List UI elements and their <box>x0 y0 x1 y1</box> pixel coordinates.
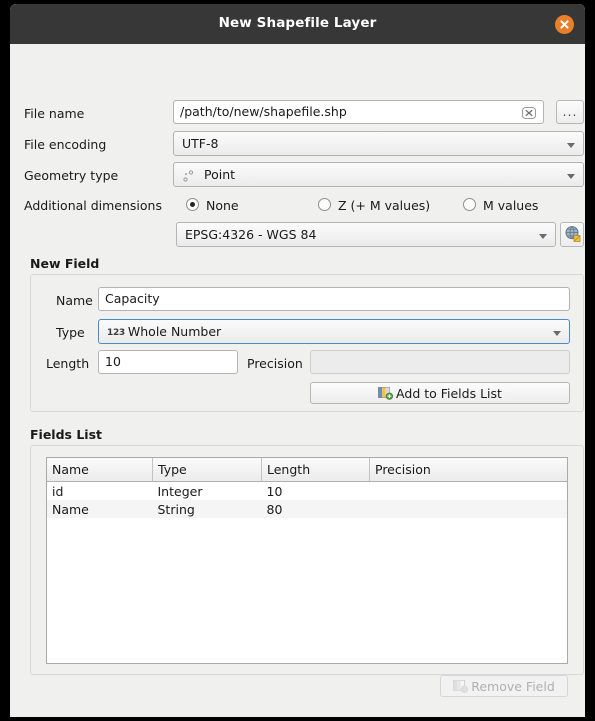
column-header-precision[interactable]: Precision <box>369 458 567 482</box>
crs-select-button[interactable] <box>560 222 584 247</box>
additional-dimensions-label: Additional dimensions <box>24 198 162 213</box>
file-name-label: File name <box>24 106 85 121</box>
field-name-input[interactable]: Capacity <box>98 287 570 311</box>
fields-list-group-title: Fields List <box>30 427 102 442</box>
dialog-content: File name /path/to/new/shapefile.shp ...… <box>10 44 585 717</box>
column-header-length[interactable]: Length <box>261 458 370 482</box>
radio-none-label: None <box>206 198 239 213</box>
radio-none-dot <box>190 202 195 207</box>
cell-length: 10 <box>266 483 283 499</box>
crs-value: EPSG:4326 - WGS 84 <box>185 227 317 242</box>
dialog-titlebar: New Shapefile Layer <box>10 4 585 44</box>
chevron-down-icon <box>553 331 561 336</box>
add-to-fields-list-label: Add to Fields List <box>396 385 502 401</box>
file-encoding-value: UTF-8 <box>182 136 219 151</box>
geometry-type-combobox[interactable]: Point <box>173 162 584 187</box>
radio-z-m-values[interactable] <box>318 198 331 211</box>
fields-table[interactable]: Name Type Length Precision id Integer 10 <box>46 457 568 664</box>
chevron-down-icon <box>567 143 575 148</box>
add-field-icon <box>378 386 394 400</box>
table-header-row: Name Type Length Precision <box>47 458 567 482</box>
radio-none[interactable] <box>186 198 199 211</box>
field-length-label: Length <box>46 356 90 371</box>
geometry-type-value: Point <box>204 167 236 182</box>
geometry-type-label: Geometry type <box>24 168 119 183</box>
globe-crs-icon <box>564 225 581 245</box>
column-header-type[interactable]: Type <box>152 458 262 482</box>
add-to-fields-list-button[interactable]: Add to Fields List <box>310 382 570 404</box>
field-length-input[interactable]: 10 <box>98 350 238 374</box>
new-shapefile-layer-dialog: New Shapefile Layer File name /path/to/n… <box>10 4 585 717</box>
file-encoding-label: File encoding <box>24 137 107 152</box>
remove-field-button[interactable]: Remove Field <box>440 675 568 697</box>
field-precision-label: Precision <box>247 356 303 371</box>
radio-z-m-values-label: Z (+ M values) <box>338 198 431 213</box>
chevron-down-icon <box>539 234 547 239</box>
crs-combobox[interactable]: EPSG:4326 - WGS 84 <box>176 222 556 247</box>
file-encoding-combobox[interactable]: UTF-8 <box>173 131 584 156</box>
cell-type: Integer <box>157 483 203 499</box>
cell-precision <box>369 500 567 518</box>
field-name-label: Name <box>56 293 93 308</box>
dialog-title: New Shapefile Layer <box>218 15 377 31</box>
table-row[interactable]: id Integer 10 <box>47 482 567 501</box>
field-type-combobox[interactable]: 123 Whole Number <box>98 319 570 344</box>
browse-file-button[interactable]: ... <box>556 100 584 124</box>
browse-file-label: ... <box>562 104 578 119</box>
cell-length: 80 <box>261 500 370 518</box>
whole-number-icon: 123 <box>107 327 125 338</box>
field-type-value: Whole Number <box>127 324 222 339</box>
cell-name: Name <box>47 500 153 518</box>
field-type-label: Type <box>56 325 85 340</box>
remove-field-icon <box>453 679 469 693</box>
new-field-group-title: New Field <box>30 256 100 271</box>
cell-type: String <box>152 500 262 518</box>
clear-text-icon[interactable] <box>522 107 536 119</box>
chevron-down-icon <box>567 174 575 179</box>
file-name-input[interactable]: /path/to/new/shapefile.shp <box>173 100 544 124</box>
cell-precision <box>370 482 568 501</box>
radio-m-values[interactable] <box>463 198 476 211</box>
radio-m-values-label: M values <box>483 198 539 213</box>
cell-name: id <box>52 483 64 499</box>
column-header-name[interactable]: Name <box>47 458 153 482</box>
field-precision-input[interactable] <box>310 350 570 374</box>
close-icon[interactable] <box>555 15 574 34</box>
table-row[interactable]: Name String 80 <box>47 500 567 518</box>
point-geometry-icon <box>182 168 198 186</box>
remove-field-label: Remove Field <box>471 678 555 694</box>
